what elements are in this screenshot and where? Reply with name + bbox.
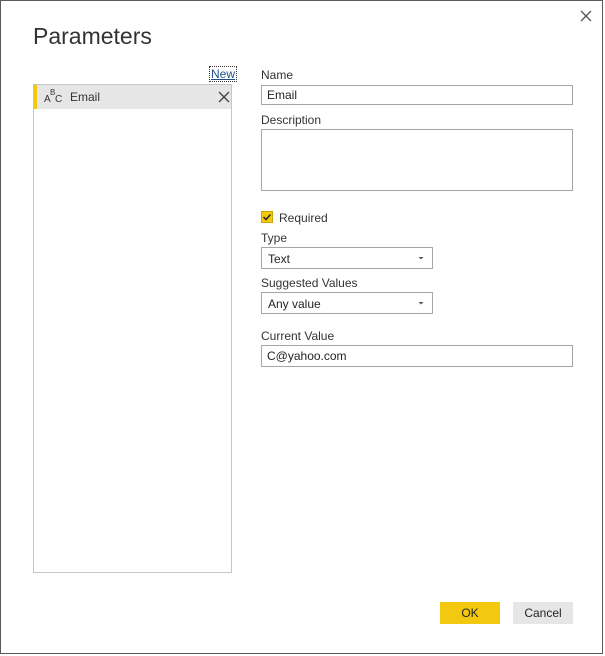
new-parameter-link[interactable]: New — [209, 66, 238, 82]
list-item-label: Email — [70, 90, 101, 104]
suggested-values-label: Suggested Values — [261, 276, 358, 290]
suggested-values-select-value: Any value — [268, 297, 321, 311]
dialog-title: Parameters — [33, 23, 152, 49]
required-label: Required — [279, 211, 328, 225]
required-checkbox[interactable] — [261, 211, 273, 223]
close-icon[interactable] — [577, 7, 595, 25]
name-label: Name — [261, 68, 294, 82]
type-label: Type — [261, 231, 288, 245]
type-select[interactable]: Text — [261, 247, 433, 269]
remove-icon[interactable] — [217, 90, 231, 104]
parameters-dialog: Parameters New A B C Email Name Descript… — [0, 0, 603, 654]
description-label: Description — [261, 113, 322, 127]
chevron-down-icon — [418, 257, 424, 260]
description-input[interactable] — [261, 129, 573, 191]
cancel-button[interactable]: Cancel — [513, 602, 573, 624]
parameter-list: A B C Email — [33, 84, 232, 573]
type-select-value: Text — [268, 252, 291, 266]
suggested-values-select[interactable]: Any value — [261, 292, 433, 314]
list-item[interactable]: A B C Email — [34, 85, 231, 109]
current-value-label: Current Value — [261, 329, 335, 343]
text-type-icon: A B C — [44, 88, 63, 105]
name-input[interactable] — [261, 85, 573, 105]
ok-button[interactable]: OK — [440, 602, 500, 624]
current-value-input[interactable] — [261, 345, 573, 367]
chevron-down-icon — [418, 302, 424, 305]
checkmark-icon — [262, 213, 272, 221]
